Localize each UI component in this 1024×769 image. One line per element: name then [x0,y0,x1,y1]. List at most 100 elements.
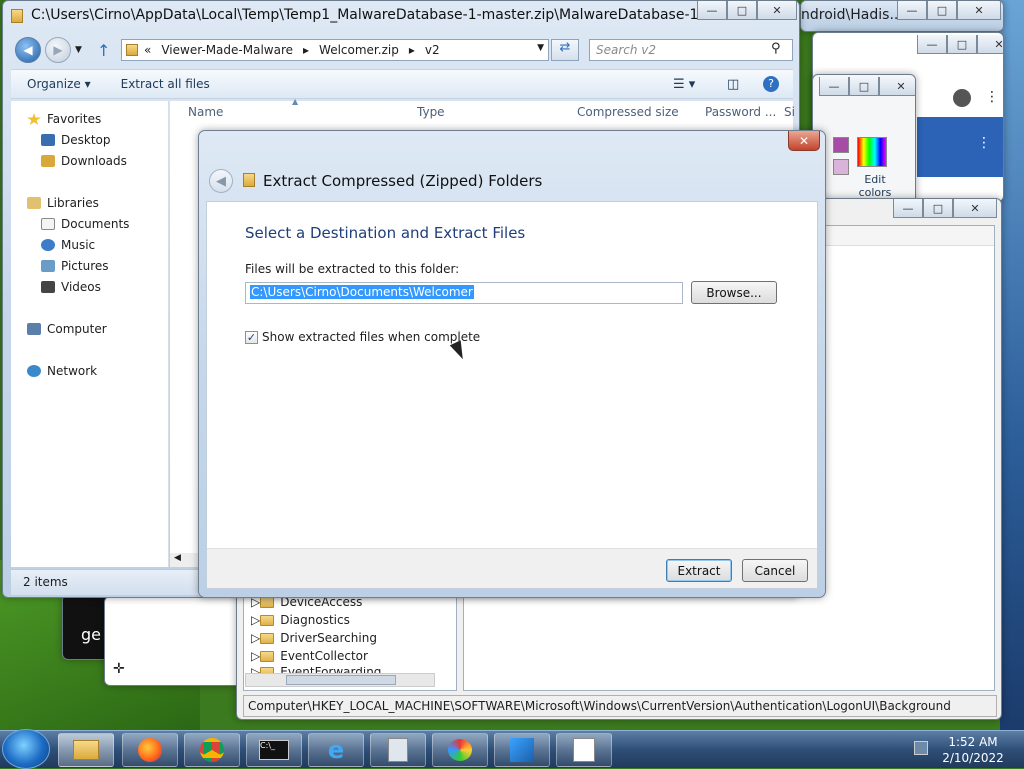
nav-music[interactable]: Music [41,235,95,255]
folder-icon [260,614,275,626]
cancel-button[interactable]: Cancel [742,559,808,582]
nav-pictures[interactable]: Pictures [41,256,109,276]
computer-icon [27,323,41,335]
close-button[interactable]: ✕ [879,77,915,96]
tree-item[interactable]: ▷ Diagnostics [251,613,350,627]
maximize-button[interactable]: □ [927,1,957,20]
column-type[interactable]: Type [417,105,445,119]
nav-desktop[interactable]: Desktop [41,130,111,150]
minimize-button[interactable]: — [917,35,947,54]
search-input[interactable]: Search v2 [589,39,793,61]
show-extracted-files-checkbox[interactable]: ✓ Show extracted files when complete [245,330,480,344]
color-swatch[interactable] [833,159,849,175]
paint-window[interactable]: — □ ✕ Edit colors [812,74,916,204]
refresh-button[interactable]: ⇄ [551,39,579,61]
preview-pane-icon[interactable]: ◫ [727,77,739,92]
minimize-button[interactable]: — [893,199,923,218]
nav-computer[interactable]: Computer [27,319,107,339]
column-compressed-size[interactable]: Compressed size [577,105,679,119]
close-button[interactable]: ✕ [757,1,797,20]
clock-time: 1:52 AM [948,735,998,749]
close-button[interactable]: ✕ [957,1,1001,20]
column-size[interactable]: Si [784,105,795,119]
minimize-button[interactable]: — [697,1,727,20]
calculator-icon [388,738,408,762]
maximize-button[interactable]: □ [727,1,757,20]
desktop-icon [41,134,55,146]
taskbar-calculator-button[interactable] [370,733,426,767]
taskbar-cmd-button[interactable]: C:\_ [246,733,302,767]
tree-item[interactable]: ▷ EventCollector [251,649,368,663]
folder-icon [260,596,275,608]
taskbar-firefox-button[interactable] [122,733,178,767]
videos-icon [41,281,55,293]
extract-button[interactable]: Extract [666,559,732,582]
browse-button[interactable]: Browse... [691,281,777,304]
close-button[interactable]: ✕ [977,35,1003,54]
navigation-pane: Favorites Desktop Downloads Libraries Do… [11,101,169,567]
recent-pages-icon[interactable]: ▼ [75,45,82,55]
column-password[interactable]: Password ... [705,105,776,119]
maximize-button[interactable]: □ [923,199,953,218]
back-button[interactable]: ◀ [209,169,233,193]
chevron-down-icon[interactable]: ▼ [537,43,544,53]
maximize-button[interactable]: □ [947,35,977,54]
clock[interactable]: 1:52 AM 2/10/2022 [942,734,1004,766]
tree-item-label: DriverSearching [280,631,377,645]
breadcrumb-separator[interactable]: ▸ [303,43,309,57]
taskbar-paint-button[interactable] [432,733,488,767]
move-icon[interactable]: ✛ [113,661,125,677]
taskbar-regedit-button[interactable] [494,733,550,767]
background-window[interactable]: ndroid\Hadis... — □ ✕ [800,0,1004,32]
minimize-button[interactable]: — [819,77,849,96]
nav-libraries[interactable]: Libraries [27,193,99,213]
network-tray-icon[interactable] [914,741,928,755]
up-button[interactable]: ↑ [97,41,110,60]
back-button[interactable]: ◀ [15,37,41,63]
extract-all-button[interactable]: Extract all files [121,77,210,91]
taskbar-explorer-button[interactable] [58,733,114,767]
tree-item[interactable]: ▷ DriverSearching [251,631,377,645]
maximize-button[interactable]: □ [849,77,879,96]
folder-icon [260,632,275,644]
minimize-button[interactable]: — [897,1,927,20]
breadcrumb-separator[interactable]: ▸ [409,43,415,57]
organize-button[interactable]: Organize ▾ [27,77,91,91]
nav-favorites[interactable]: Favorites [27,109,101,129]
dialog-body: Select a Destination and Extract Files F… [206,201,818,589]
nav-documents[interactable]: Documents [41,214,129,234]
checkbox-checkmark[interactable]: ✓ [245,330,258,344]
forward-button[interactable]: ▶ [45,37,71,63]
menu-icon[interactable]: ⋮ [985,89,999,105]
menu-icon-2[interactable]: ⋮ [977,135,991,151]
horizontal-scrollbar[interactable] [245,673,435,687]
taskbar-ie-button[interactable]: e [308,733,364,767]
breadcrumb-item[interactable]: Welcomer.zip [319,43,399,57]
taskbar-notepad-button[interactable] [556,733,612,767]
registry-status-bar: Computer\HKEY_LOCAL_MACHINE\SOFTWARE\Mic… [243,695,997,717]
edit-colors-label[interactable]: Edit colors [855,173,895,199]
view-options-icon[interactable]: ☰ ▾ [673,77,695,92]
close-button[interactable]: ✕ [953,199,997,218]
clock-date: 2/10/2022 [942,751,1004,765]
breadcrumb-item[interactable]: Viewer-Made-Malware [161,43,293,57]
destination-path-input[interactable]: C:\Users\Cirno\Documents\Welcomer [245,282,683,304]
nav-downloads[interactable]: Downloads [41,151,127,171]
edit-colors-icon[interactable] [857,137,887,167]
column-name[interactable]: Name [188,105,223,119]
scrollbar-thumb[interactable] [286,675,396,685]
background-window-fragment[interactable]: ✛ [104,596,244,686]
nav-network[interactable]: Network [27,361,97,381]
nav-label: Libraries [47,196,99,210]
color-swatch[interactable] [833,137,849,153]
taskbar-chrome-button[interactable] [184,733,240,767]
avatar[interactable] [953,89,971,107]
regedit-icon [510,738,534,762]
extract-dialog[interactable]: ✕ ◀ Extract Compressed (Zipped) Folders … [198,130,826,598]
nav-videos[interactable]: Videos [41,277,101,297]
close-button[interactable]: ✕ [788,131,820,151]
help-icon[interactable]: ? [763,76,779,92]
start-button[interactable] [2,729,50,769]
breadcrumb-item[interactable]: v2 [425,43,440,57]
address-bar[interactable]: « Viewer-Made-Malware ▸ Welcomer.zip ▸ v… [121,39,549,61]
